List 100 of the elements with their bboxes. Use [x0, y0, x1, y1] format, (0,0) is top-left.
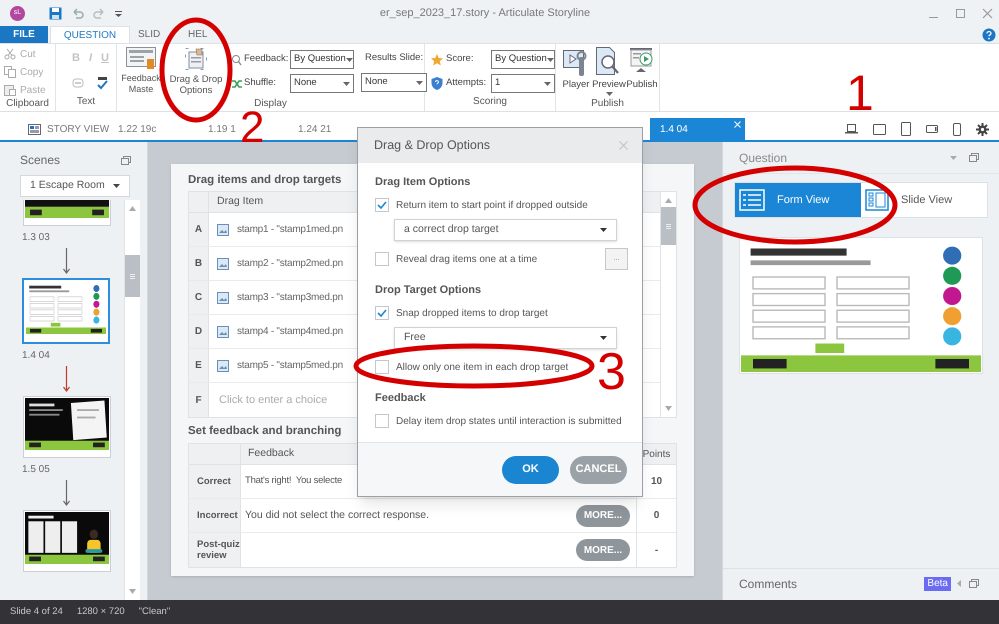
checkmark-icon	[377, 201, 387, 209]
more-button[interactable]: MORE...	[576, 539, 630, 561]
slide-thumbnail[interactable]	[23, 510, 111, 572]
restore-icon[interactable]	[121, 156, 131, 164]
undo-icon[interactable]	[71, 8, 84, 19]
scrollbar[interactable]	[660, 192, 676, 417]
preview-icon	[596, 47, 622, 77]
row-letter: F	[189, 383, 209, 417]
option-label: Snap dropped items to drop target	[396, 306, 548, 320]
copy-icon	[4, 66, 16, 78]
scrollbar[interactable]	[124, 200, 140, 600]
ribbon-tab[interactable]: FILE	[0, 26, 48, 43]
option-label: Allow only one item in each drop target	[396, 360, 568, 374]
row-label: Correct	[189, 465, 241, 498]
scroll-up-icon[interactable]	[129, 206, 136, 211]
landscape-tablet-icon[interactable]	[926, 125, 938, 133]
caret-icon	[346, 58, 353, 62]
slide-thumbnail[interactable]	[23, 396, 111, 458]
slide-thumbnail[interactable]	[22, 278, 110, 344]
monitor-icon[interactable]	[873, 124, 886, 134]
ok-button[interactable]: OK	[502, 456, 559, 484]
ribbon-button[interactable]: Publish	[626, 47, 658, 96]
row-letter: B	[189, 247, 209, 280]
save-icon[interactable]	[49, 7, 62, 20]
caret-icon	[416, 80, 423, 84]
option-label: Reveal drag items one at a time	[396, 252, 538, 266]
dropdown[interactable]: None	[290, 74, 354, 93]
row-letter: D	[189, 315, 209, 348]
dropdown[interactable]: 1	[491, 74, 555, 93]
status-text: "Clean"	[138, 604, 170, 619]
dropdown[interactable]: None	[361, 73, 427, 92]
ribbon-tab[interactable]: QUESTION	[50, 26, 130, 43]
customize-menu-icon[interactable]	[115, 10, 122, 16]
document-tab[interactable]: 1.19 1	[198, 118, 238, 140]
field-label: Score:	[446, 52, 474, 66]
dropdown[interactable]: By Question	[290, 50, 354, 69]
scrollbar-thumb[interactable]	[125, 255, 140, 297]
more-button[interactable]: MORE...	[576, 504, 630, 526]
checkbox[interactable]	[375, 414, 389, 428]
restore-icon[interactable]	[969, 579, 979, 588]
restore-icon[interactable]	[969, 153, 979, 162]
ribbon-button[interactable]: Player	[560, 47, 592, 96]
annotation-number: 1	[846, 68, 874, 118]
tablet-icon[interactable]	[901, 122, 911, 136]
section-heading: Set feedback and branching	[188, 424, 342, 439]
checkbox[interactable]	[375, 252, 389, 266]
choice-text: stamp2 - "stamp2med.pn	[237, 257, 343, 271]
settings-icon[interactable]	[976, 122, 989, 136]
row-label: Post-quiz review	[189, 533, 241, 567]
ribbon-button[interactable]: Preview	[593, 47, 625, 96]
feedback-text: That's right! You selecte	[245, 474, 342, 488]
spellcheck-icon[interactable]	[96, 76, 109, 90]
redo-icon[interactable]	[93, 8, 106, 19]
laptop-icon[interactable]	[845, 124, 858, 134]
slide-label: 1.5 05	[22, 463, 51, 476]
form-list-icon	[739, 189, 765, 211]
scroll-up-icon[interactable]	[665, 198, 672, 203]
option-label: Delay item drop states until interaction is submitted	[396, 414, 622, 428]
points-cell: 0	[636, 499, 676, 532]
checkbox[interactable]	[375, 198, 389, 212]
cancel-button[interactable]: CANCEL	[570, 456, 627, 484]
panel-title: Comments	[739, 576, 798, 592]
scroll-down-icon[interactable]	[665, 406, 672, 411]
scrollbar-thumb[interactable]	[661, 207, 676, 245]
image-icon	[217, 292, 229, 304]
group-label: Clipboard	[5, 97, 50, 111]
document-tab[interactable]: 1.24 21	[288, 118, 334, 140]
maximize-icon[interactable]	[955, 8, 966, 19]
ribbon-tab[interactable]: HEL	[178, 26, 218, 43]
help-icon[interactable]	[982, 28, 996, 42]
column-header: Drag Item	[216, 194, 264, 210]
collapse-icon[interactable]	[957, 580, 961, 587]
checkbox[interactable]	[375, 306, 389, 320]
close-icon[interactable]	[982, 8, 993, 19]
format-icon[interactable]	[72, 77, 84, 89]
view-toggle[interactable]: Form View	[735, 183, 861, 217]
ribbon-button[interactable]: Drag & Drop Options	[165, 47, 227, 96]
caret-icon	[544, 82, 551, 86]
phone-icon[interactable]	[953, 122, 961, 136]
document-tab[interactable]: 1.4 04	[650, 118, 745, 140]
hand-document-icon	[184, 47, 208, 71]
option-label: Return item to start point if dropped outside	[396, 198, 588, 212]
ribbon-tab[interactable]: SLID	[130, 26, 178, 43]
points-cell: -	[636, 533, 676, 567]
scissors-icon	[4, 48, 16, 60]
row-label: Incorrect	[189, 499, 241, 532]
field-label: Shuffle:	[244, 76, 278, 90]
caret-icon	[546, 58, 554, 62]
dropdown[interactable]: By Question	[491, 50, 555, 69]
dropdown[interactable]: a correct drop target	[394, 219, 617, 241]
grip-icon	[130, 274, 135, 278]
scroll-down-icon[interactable]	[129, 589, 136, 594]
checkbox[interactable]	[375, 360, 389, 374]
status-text: Slide 4 of 24	[10, 604, 63, 619]
image-icon	[217, 326, 229, 338]
panel-title: Question	[739, 150, 788, 166]
scene-dropdown[interactable]: 1 Escape Room	[20, 175, 130, 197]
checkmark-icon	[377, 309, 387, 317]
annotation-number: 3	[597, 346, 626, 398]
status-text: 1280 × 720	[76, 604, 125, 619]
